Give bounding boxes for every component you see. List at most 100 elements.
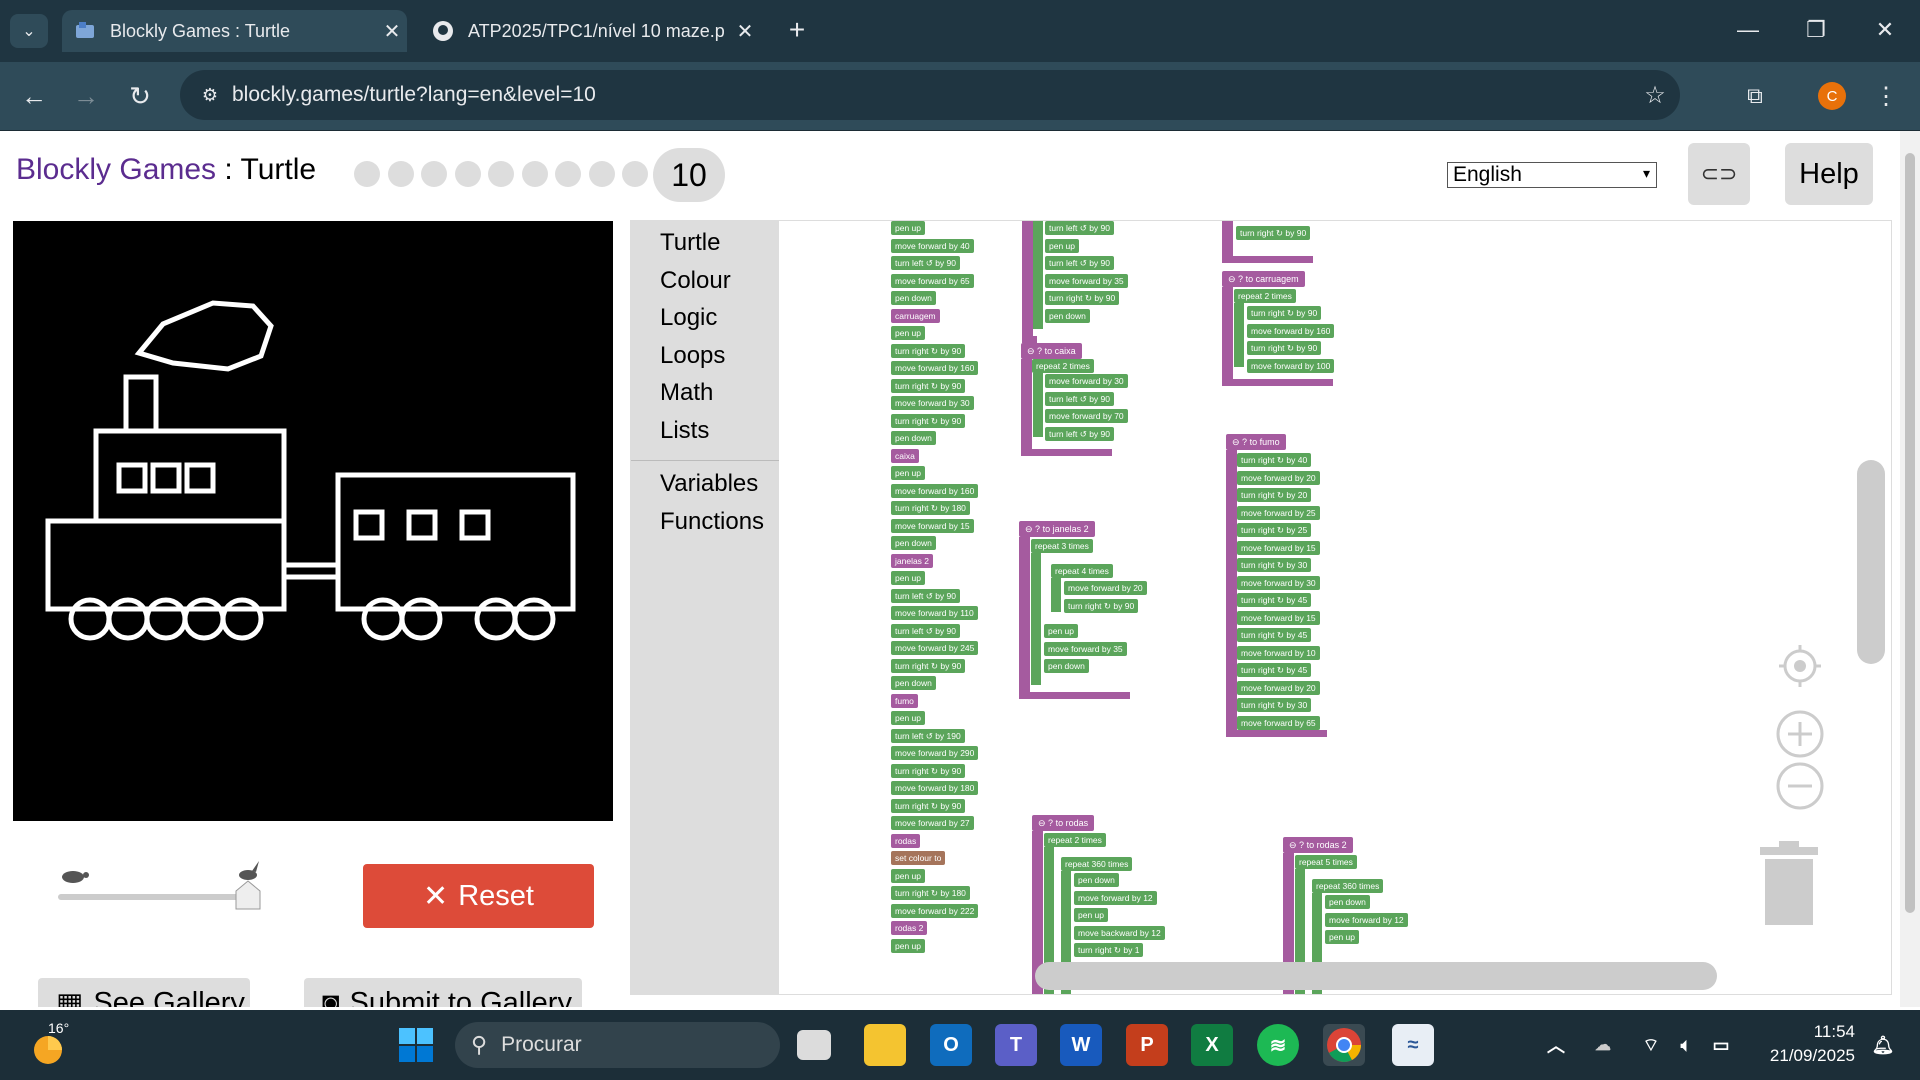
command-block[interactable]: turn right ↻ by 45 [1237,663,1312,677]
command-block[interactable]: turn right ↻ by 45 [1237,593,1312,607]
command-block[interactable]: move forward by 110 [891,606,978,620]
category-logic[interactable]: Logic [660,304,717,332]
powerpoint-icon[interactable]: P [1126,1024,1168,1066]
tab-github[interactable]: ATP2025/TPC1/nível 10 maze.p ✕ [420,10,760,52]
command-block[interactable]: move forward by 10 [1237,645,1320,660]
level-dot-5[interactable] [488,161,514,187]
site-info-icon[interactable]: ⚙ [188,85,232,106]
command-block[interactable]: pen down [1044,659,1089,673]
outlook-icon[interactable]: O [930,1024,972,1066]
back-button[interactable]: ← [14,76,54,116]
command-block[interactable]: move forward by 40 [891,238,974,253]
command-block[interactable]: turn left ↺ by 90 [891,256,960,270]
chrome-icon[interactable] [1323,1024,1365,1066]
link-button[interactable]: ⊂⊃ [1688,143,1750,205]
repeat-outer-block[interactable]: repeat 3 times [1031,539,1093,553]
category-math[interactable]: Math [660,379,713,407]
command-block[interactable]: turn left ↺ by 90 [1045,426,1114,441]
command-block[interactable]: turn left ↺ by 90 [1045,256,1114,270]
command-block[interactable]: turn right ↻ by 90 [1045,291,1120,305]
command-block[interactable]: move forward by 222 [891,903,979,918]
brand-link[interactable]: Blockly Games [16,153,216,186]
taskbar-search[interactable]: ⚲ Procurar [455,1022,780,1068]
level-current[interactable]: 10 [653,148,725,202]
command-block[interactable]: pen up [1325,930,1359,944]
command-block[interactable]: pen up [891,711,925,725]
extensions-button[interactable]: ⧉ [1735,76,1775,116]
command-block[interactable]: pen down [891,431,936,445]
tab-blockly-turtle[interactable]: Blockly Games : Turtle ✕ [62,10,407,52]
command-block[interactable]: turn right ↻ by 180 [891,886,970,900]
command-block[interactable]: turn right ↻ by 90 [1247,306,1322,320]
repeat-inner-block[interactable]: repeat 360 times [1312,879,1384,893]
scrollbar-thumb[interactable] [1905,153,1915,913]
close-window-button[interactable]: ✕ [1862,10,1908,50]
command-block[interactable]: move forward by 180 [891,781,979,795]
command-block[interactable]: turn right ↻ by 90 [1236,226,1311,240]
command-block[interactable]: turn right ↻ by 90 [891,798,966,813]
spotify-icon[interactable]: ≋ [1257,1024,1299,1066]
level-dot-1[interactable] [354,161,380,187]
repeat-inner-block[interactable]: repeat 4 times [1051,564,1113,578]
command-block[interactable]: turn right ↻ by 90 [1064,598,1139,613]
battery-icon[interactable]: ▭ [1700,1024,1742,1066]
category-turtle[interactable]: Turtle [660,229,720,257]
level-dot-7[interactable] [555,161,581,187]
command-block[interactable]: move forward by 20 [1064,581,1147,595]
command-block[interactable]: pen down [891,291,936,305]
word-icon[interactable]: W [1060,1024,1102,1066]
command-block[interactable]: pen up [891,466,925,480]
profile-avatar[interactable]: C [1818,82,1846,110]
command-block[interactable]: move forward by 65 [1237,715,1320,730]
workspace-vertical-scrollbar[interactable] [1857,460,1885,664]
slider-handle[interactable] [235,880,261,910]
level-dot-3[interactable] [421,161,447,187]
close-tab-icon[interactable]: ✕ [377,19,407,44]
command-block[interactable]: pen up [891,571,925,585]
command-block[interactable]: turn right ↻ by 90 [891,763,966,778]
command-block[interactable]: move forward by 65 [891,273,974,288]
excel-icon[interactable]: X [1191,1024,1233,1066]
command-block[interactable]: move forward by 70 [1045,409,1128,423]
command-block[interactable]: move forward by 30 [891,396,974,410]
level-dot-2[interactable] [387,161,414,187]
command-block[interactable]: move forward by 290 [891,746,979,760]
function-header-carruagem[interactable]: ⊖ ? to carruagem [1222,271,1305,287]
command-block[interactable]: move backward by 12 [1074,925,1165,940]
page-vertical-scrollbar[interactable] [1900,131,1920,1007]
command-block[interactable]: turn right ↻ by 30 [1237,698,1312,712]
command-block[interactable]: turn right ↻ by 180 [891,501,970,515]
close-tab-icon[interactable]: ✕ [730,19,760,44]
reset-button[interactable]: ✕ Reset [363,864,594,928]
command-block[interactable]: pen up [891,868,925,883]
command-block[interactable]: move forward by 160 [1247,323,1335,338]
command-block[interactable]: pen down [891,676,936,690]
command-block[interactable]: move forward by 30 [1237,575,1320,590]
function-call-block[interactable]: rodas [891,833,921,848]
command-block[interactable]: turn right ↻ by 40 [1237,453,1312,467]
function-header-fumo[interactable]: ⊖ ? to fumo [1226,434,1286,450]
command-block[interactable]: turn left ↺ by 90 [891,588,960,603]
level-dot-8[interactable] [588,161,615,187]
notifications-icon[interactable]: 🔔︎ [1862,1024,1904,1066]
blockly-workspace[interactable]: Turtle Colour Logic Loops Math Lists Var… [630,220,1892,995]
category-functions[interactable]: Functions [660,508,764,536]
zoom-in-button[interactable] [1775,709,1825,764]
command-block[interactable]: turn left ↺ by 90 [1045,391,1114,406]
command-block[interactable]: move forward by 245 [891,641,979,655]
command-block[interactable]: move forward by 30 [1045,374,1128,388]
see-gallery-button[interactable]: ▦ See Gallery [38,978,250,1007]
command-block[interactable]: move forward by 20 [1237,470,1320,485]
bookmark-star-icon[interactable]: ☆ [1630,81,1680,110]
command-block[interactable]: turn right ↻ by 90 [1247,341,1322,355]
command-block[interactable]: turn right ↻ by 1 [1074,943,1144,957]
command-block[interactable]: pen up [1045,238,1079,253]
command-block[interactable]: pen up [891,221,925,235]
speed-slider[interactable] [55,861,265,921]
zoom-out-button[interactable] [1775,761,1825,816]
browser-menu-button[interactable]: ⋮ [1866,76,1906,116]
command-block[interactable]: turn right ↻ by 90 [891,413,966,428]
teams-icon[interactable]: T [995,1024,1037,1066]
tab-search-button[interactable]: ⌄ [10,14,48,48]
command-block[interactable]: move forward by 160 [891,361,979,375]
